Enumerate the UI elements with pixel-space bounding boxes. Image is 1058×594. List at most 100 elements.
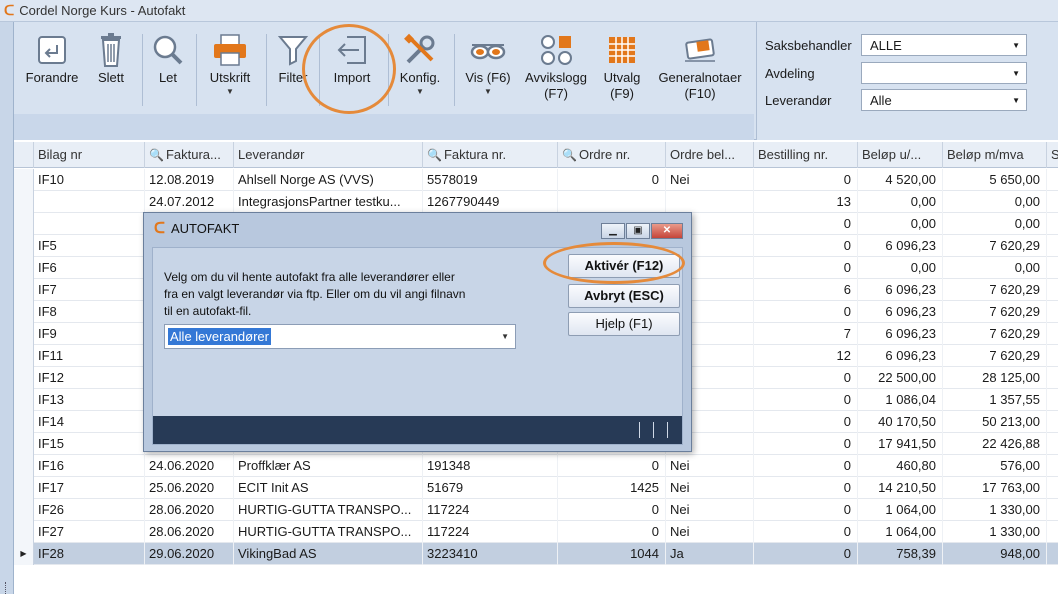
column-header-fakturanr-text: Faktura nr.: [443, 147, 507, 162]
forandre-button[interactable]: Forandre: [22, 30, 82, 110]
bestillingnr-cell: 0: [754, 213, 858, 235]
table-row[interactable]: IF27 28.06.2020 HURTIG-GUTTA TRANSPO... 117…: [14, 521, 1058, 543]
belop-med-mva-cell: 0,00: [943, 213, 1047, 235]
column-header-fakturanr[interactable]: 🔍 Faktura nr.: [423, 142, 558, 168]
column-header-s[interactable]: S: [1047, 142, 1058, 168]
bestillingnr-cell: 0: [754, 477, 858, 499]
status-divider: [639, 422, 640, 438]
slett-button[interactable]: Slett: [88, 30, 134, 110]
activate-highlight-ring: [543, 242, 685, 284]
belop-uten-mva-cell: 6 096,23: [858, 301, 943, 323]
column-header-belop-med-mva-text: Beløp m/mva: [947, 147, 1024, 162]
row-indicator[interactable]: [14, 433, 34, 455]
table-row[interactable]: IF17 25.06.2020 ECIT Init AS 51679 1425 Nei 0 1…: [14, 477, 1058, 499]
cancel-button[interactable]: Avbryt (ESC): [568, 284, 680, 308]
row-indicator[interactable]: [14, 499, 34, 521]
toolbar-separator: [454, 34, 455, 106]
ordrebelop-cell: Nei: [666, 455, 754, 477]
fakturanr-cell: 5578019: [423, 169, 558, 191]
bilag-cell: IF6: [34, 257, 145, 279]
table-row[interactable]: 24.07.2012 IntegrasjonsPartner testku... 1…: [14, 191, 1058, 213]
belop-uten-mva-cell: 22 500,00: [858, 367, 943, 389]
konfig-button[interactable]: Konfig. ▼: [392, 30, 448, 110]
row-indicator[interactable]: [14, 367, 34, 389]
belop-uten-mva-cell: 6 096,23: [858, 323, 943, 345]
bestillingnr-cell: 0: [754, 499, 858, 521]
ordrenr-cell: 0: [558, 455, 666, 477]
table-row[interactable]: IF10 12.08.2019 Ahlsell Norge AS (VVS) 5578…: [14, 169, 1058, 191]
ordrebelop-cell: Nei: [666, 477, 754, 499]
belop-med-mva-cell: 1 330,00: [943, 521, 1047, 543]
fakturanr-cell: 117224: [423, 499, 558, 521]
row-indicator[interactable]: [14, 279, 34, 301]
column-header-leverandor[interactable]: Leverandør: [234, 142, 423, 168]
column-header-ordrebelop[interactable]: Ordre bel...: [666, 142, 754, 168]
leverandor-cell: HURTIG-GUTTA TRANSPO...: [234, 499, 423, 521]
belop-med-mva-cell: 576,00: [943, 455, 1047, 477]
maximize-icon[interactable]: ▣: [626, 223, 650, 239]
row-indicator[interactable]: [14, 455, 34, 477]
row-indicator[interactable]: [14, 389, 34, 411]
search-icon: 🔍: [427, 148, 442, 162]
supplier-select[interactable]: Alle leverandører ▼: [164, 324, 516, 349]
column-header-s-text: S: [1051, 147, 1058, 162]
vis-button[interactable]: Vis (F6) ▼: [460, 30, 516, 110]
bilag-cell: IF8: [34, 301, 145, 323]
toolbar: Forandre Slett Let Utskrift ▼ Filter Imp…: [14, 22, 1058, 140]
generalnotaer-button[interactable]: Generalnotaer (F10): [652, 30, 748, 110]
bilag-cell: IF16: [34, 455, 145, 477]
bestillingnr-cell: 0: [754, 169, 858, 191]
column-header-belop-uten-mva[interactable]: Beløp u/...: [858, 142, 943, 168]
avdeling-select[interactable]: ▼: [861, 62, 1027, 84]
konfig-label: Konfig.: [399, 70, 441, 85]
minimize-icon[interactable]: ▁: [601, 223, 625, 239]
row-indicator[interactable]: [14, 191, 34, 213]
dialog-message-line3: til en autofakt-fil.: [164, 304, 252, 318]
row-indicator[interactable]: [14, 521, 34, 543]
row-indicator[interactable]: [14, 477, 34, 499]
column-header-belop-med-mva[interactable]: Beløp m/mva: [943, 142, 1047, 168]
let-button[interactable]: Let: [148, 30, 188, 110]
resize-grip[interactable]: [5, 582, 8, 594]
row-indicator[interactable]: [14, 235, 34, 257]
row-indicator[interactable]: ▶: [14, 543, 34, 565]
leverandor-select[interactable]: Alle ▼: [861, 89, 1027, 111]
chevron-down-icon[interactable]: ▼: [416, 87, 424, 96]
column-header-bilag[interactable]: Bilag nr: [34, 142, 145, 168]
row-indicator[interactable]: [14, 213, 34, 235]
row-indicator[interactable]: [14, 345, 34, 367]
utvalg-button[interactable]: Utvalg (F9): [598, 30, 646, 110]
window-title: Cordel Norge Kurs - Autofakt: [19, 3, 186, 18]
column-header-ordrenr[interactable]: 🔍 Ordre nr.: [558, 142, 666, 168]
bilag-cell: IF10: [34, 169, 145, 191]
chevron-down-icon: ▼: [1012, 40, 1020, 50]
help-button[interactable]: Hjelp (F1): [568, 312, 680, 336]
table-row[interactable]: IF16 24.06.2020 Proffklær AS 191348 0 Nei 0 460…: [14, 455, 1058, 477]
bestillingnr-cell: 0: [754, 367, 858, 389]
row-indicator[interactable]: [14, 411, 34, 433]
bilag-cell: IF14: [34, 411, 145, 433]
chevron-down-icon[interactable]: ▼: [226, 87, 234, 96]
chevron-down-icon[interactable]: ▼: [484, 87, 492, 96]
column-header-fakturadato[interactable]: 🔍 Faktura...: [145, 142, 234, 168]
row-indicator[interactable]: [14, 323, 34, 345]
row-indicator[interactable]: [14, 169, 34, 191]
row-indicator[interactable]: [14, 301, 34, 323]
ordrebelop-cell: [666, 191, 754, 213]
column-header-bestillingnr[interactable]: Bestilling nr.: [754, 142, 858, 168]
utskrift-button[interactable]: Utskrift ▼: [202, 30, 258, 110]
table-row[interactable]: ▶ IF28 29.06.2020 VikingBad AS 3223410 1044 Ja…: [14, 543, 1058, 565]
saksbehandler-select[interactable]: ALLE ▼: [861, 34, 1027, 56]
belop-med-mva-cell: 0,00: [943, 191, 1047, 213]
belop-med-mva-cell: 28 125,00: [943, 367, 1047, 389]
left-panel-strip[interactable]: [0, 22, 14, 594]
bestillingnr-cell: 0: [754, 257, 858, 279]
bilag-cell: IF15: [34, 433, 145, 455]
close-icon[interactable]: ✕: [651, 223, 683, 239]
table-row[interactable]: IF26 28.06.2020 HURTIG-GUTTA TRANSPO... 117…: [14, 499, 1058, 521]
belop-uten-mva-cell: 0,00: [858, 191, 943, 213]
row-indicator[interactable]: [14, 257, 34, 279]
ordrenr-cell: [558, 191, 666, 213]
avvikslogg-label: Avvikslogg (F7): [525, 70, 587, 102]
avvikslogg-button[interactable]: Avvikslogg (F7): [520, 30, 592, 110]
